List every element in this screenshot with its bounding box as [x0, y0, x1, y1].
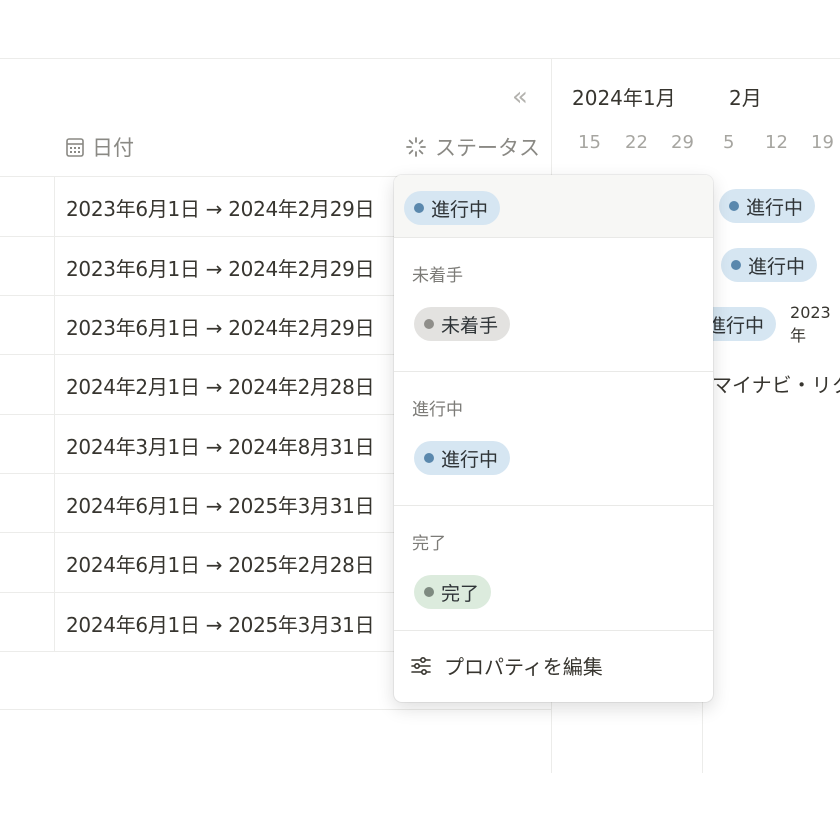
- timeline-day: 15: [578, 132, 601, 153]
- status-dot-icon: [424, 587, 434, 597]
- group-label-not-started: 未着手: [412, 266, 463, 286]
- status-column-header[interactable]: ステータス: [405, 132, 540, 162]
- option-in-progress[interactable]: 進行中: [414, 441, 511, 475]
- timeline-day: 19: [811, 132, 834, 153]
- status-dropdown-menu: 進行中 未着手 未着手 進行中 進行中 完了 完了 プロパティを編集: [394, 175, 713, 702]
- status-dot-icon: [729, 201, 740, 211]
- option-done[interactable]: 完了: [414, 575, 492, 609]
- calendar-icon: [66, 138, 84, 157]
- timeline-day: 29: [671, 132, 694, 153]
- status-badge: 進行中: [719, 189, 816, 223]
- table-row-date[interactable]: 2024年6月1日 → 2025年3月31日: [66, 490, 375, 519]
- table-row-date[interactable]: 2024年2月1日 → 2024年2月28日: [66, 371, 375, 400]
- collapse-table-icon[interactable]: «: [512, 82, 528, 112]
- timeline-month: 2024年1月: [572, 86, 676, 110]
- table-row-date[interactable]: 2023年6月1日 → 2024年2月29日: [66, 253, 375, 282]
- current-status-field[interactable]: 進行中: [394, 175, 713, 237]
- status-badge: 進行中: [721, 248, 818, 282]
- status-dot-icon: [414, 203, 424, 213]
- sliders-icon: [411, 656, 431, 675]
- group-label-done: 完了: [412, 534, 446, 554]
- timeline-item-date: 2023年: [790, 302, 831, 345]
- table-row-date[interactable]: 2024年6月1日 → 2025年3月31日: [66, 609, 375, 638]
- timeline-day: 5: [723, 132, 735, 153]
- status-dot-icon: [424, 453, 434, 463]
- edit-property-button[interactable]: プロパティを編集: [410, 651, 603, 680]
- table-row-date[interactable]: 2024年3月1日 → 2024年8月31日: [66, 431, 375, 460]
- edit-property-label: プロパティを編集: [444, 655, 603, 679]
- status-dot-icon: [424, 319, 434, 329]
- date-column-header[interactable]: 日付: [66, 132, 134, 162]
- timeline-item[interactable]: マイナビ・リク: [712, 363, 840, 403]
- group-label-in-progress: 進行中: [412, 400, 463, 420]
- status-loader-icon: [406, 137, 426, 157]
- status-dot-icon: [731, 260, 742, 270]
- current-status-badge[interactable]: 進行中: [404, 191, 501, 225]
- timeline-month: 2月: [729, 86, 762, 110]
- table-row-date[interactable]: 2023年6月1日 → 2024年2月29日: [66, 193, 375, 222]
- table-row-date[interactable]: 2023年6月1日 → 2024年2月29日: [66, 312, 375, 341]
- timeline-day: 12: [765, 132, 788, 153]
- option-not-started[interactable]: 未着手: [414, 307, 511, 341]
- table-row-date[interactable]: 2024年6月1日 → 2025年2月28日: [66, 549, 375, 578]
- status-header-label: ステータス: [435, 136, 540, 160]
- timeline-item-title: マイナビ・リク: [712, 372, 840, 397]
- timeline-day: 22: [625, 132, 648, 153]
- date-header-label: 日付: [92, 136, 134, 160]
